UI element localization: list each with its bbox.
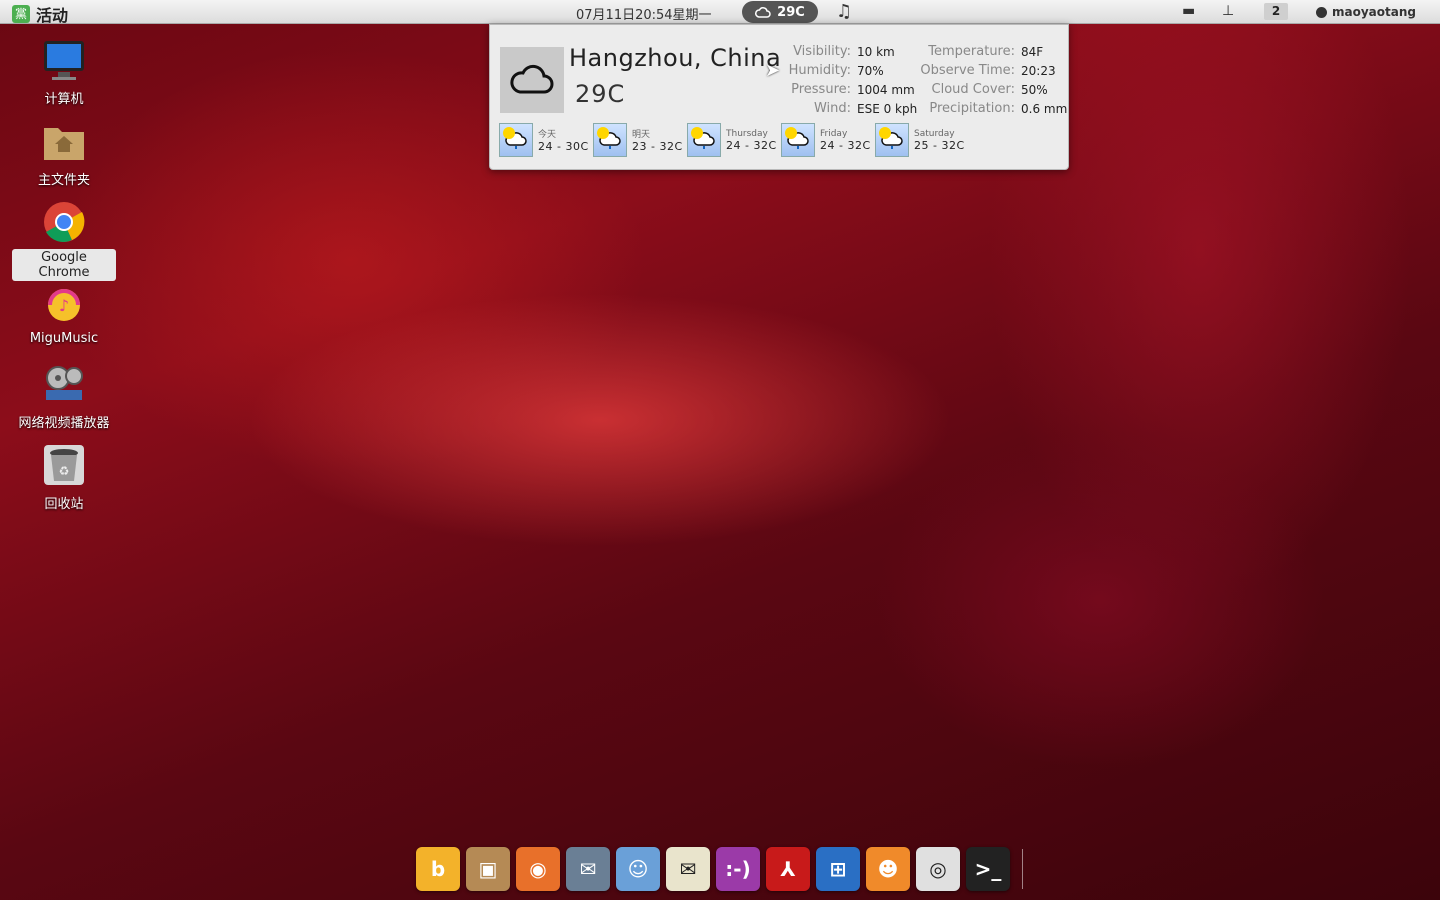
weather-left-values: 10 km 70% 1004 mm ESE 0 kph: [857, 45, 917, 121]
forecast-day: Saturday 25 - 32C: [875, 123, 969, 157]
humidity-value: 70%: [857, 64, 884, 78]
dock-separator: [1022, 849, 1023, 889]
weather-indicator[interactable]: 29C: [742, 1, 818, 23]
forecast-range: 23 - 32C: [632, 140, 683, 153]
forecast-range: 24 - 30C: [538, 140, 589, 153]
weather-current-temp: 29C: [575, 80, 626, 108]
pressure-value: 1004 mm: [857, 83, 915, 97]
headphones-music-icon: ♪: [42, 281, 86, 325]
forecast-range: 24 - 32C: [820, 138, 871, 152]
user-status-icon: [1316, 6, 1327, 18]
desktop-icon-label: MiguMusic: [29, 331, 99, 346]
cross-platform-icon[interactable]: ⊞: [816, 847, 860, 891]
home-folder-icon: [42, 119, 86, 163]
desktop-icon-label: 网络视频播放器: [18, 416, 110, 431]
forecast-day-name: Friday: [820, 128, 848, 139]
temperature-label: Temperature:: [928, 44, 1015, 59]
user-menu[interactable]: maoyaotang: [1316, 5, 1416, 19]
desktop-icon-video-player[interactable]: 网络视频播放器: [12, 362, 116, 432]
forecast-day-name: 今天: [538, 130, 557, 140]
forecast-day: 明天 23 - 32C: [593, 123, 687, 157]
terminal-icon[interactable]: >_: [966, 847, 1010, 891]
forecast-range: 25 - 32C: [914, 138, 965, 152]
pdf-reader-icon[interactable]: ⅄: [766, 847, 810, 891]
partly-cloudy-rain-icon: [781, 123, 815, 157]
forecast-day: Thursday 24 - 32C: [687, 123, 781, 157]
forecast-row: 今天 24 - 30C 明天 23 - 32C Thursday 24 - 32C F…: [499, 123, 969, 157]
weather-right-labels: Temperature: Observe Time: Cloud Cover: …: [918, 44, 1015, 120]
pidgin-icon[interactable]: ☻: [866, 847, 910, 891]
network-icon[interactable]: ⊥: [1222, 3, 1234, 19]
weather-indicator-temp: 29C: [777, 4, 805, 20]
observe-time-label: Observe Time:: [920, 63, 1015, 78]
desktop-icon-computer[interactable]: 计算机: [12, 38, 116, 108]
visibility-value: 10 km: [857, 45, 895, 59]
chrome-icon[interactable]: ◎: [916, 847, 960, 891]
film-reel-icon: [42, 362, 86, 406]
desktop-icon-label: 主文件夹: [37, 173, 90, 188]
baidu-b-icon[interactable]: b: [416, 847, 460, 891]
folder-icon[interactable]: ▬: [1182, 3, 1195, 19]
precipitation-label: Precipitation:: [929, 101, 1015, 116]
desktop-icon-migumusic[interactable]: ♪ MiguMusic: [12, 281, 116, 347]
visibility-label: Visibility:: [793, 44, 851, 59]
mail-client-icon[interactable]: ✉: [566, 847, 610, 891]
firefox-icon[interactable]: ◉: [516, 847, 560, 891]
computer-monitor-icon: [42, 38, 86, 82]
partly-cloudy-rain-icon: [875, 123, 909, 157]
weather-left-labels: Visibility: Humidity: Pressure: Wind:: [780, 44, 851, 120]
music-note-icon[interactable]: ♫: [836, 1, 852, 22]
feixin-icon[interactable]: :-): [716, 847, 760, 891]
workspace-indicator[interactable]: 2: [1264, 3, 1288, 20]
wind-label: Wind:: [813, 101, 851, 116]
weather-right-values: 84F 20:23 50% 0.6 mm: [1021, 45, 1067, 121]
cloud-icon: [500, 47, 564, 113]
partly-cloudy-rain-icon: [687, 123, 721, 157]
top-panel: 黨 活动 07月11日20:54星期一 29C ♫ ▬ ⊥ 2 maoyaota…: [0, 0, 1440, 26]
trash-icon: ♻: [42, 443, 86, 487]
cloud-icon: [755, 7, 771, 18]
cloud-cover-label: Cloud Cover:: [931, 82, 1015, 97]
humidity-label: Humidity:: [788, 63, 851, 78]
forecast-day-name: Thursday: [726, 128, 768, 139]
wind-value: ESE 0 kph: [857, 102, 918, 116]
desktop-icon-label: Google Chrome: [12, 249, 116, 281]
forecast-day-name: 明天: [632, 130, 651, 140]
clock[interactable]: 07月11日20:54星期一: [576, 4, 712, 23]
desktop-icon-home-folder[interactable]: 主文件夹: [12, 119, 116, 189]
svg-text:♪: ♪: [59, 296, 69, 315]
forecast-range: 24 - 32C: [726, 138, 777, 152]
weather-popup: Hangzhou, China 29C Visibility: Humidity…: [489, 24, 1069, 170]
observe-time-value: 20:23: [1021, 64, 1056, 78]
partly-cloudy-rain-icon: [499, 123, 533, 157]
forecast-day: 今天 24 - 30C: [499, 123, 593, 157]
pressure-label: Pressure:: [791, 82, 851, 97]
package-installer-icon[interactable]: ▣: [466, 847, 510, 891]
desktop-icon-label: 计算机: [44, 92, 84, 107]
chrome-icon: [42, 200, 86, 244]
qq-icon[interactable]: ✉: [666, 847, 710, 891]
forecast-day-name: Saturday: [914, 128, 955, 139]
activities-button[interactable]: 黨 活动: [12, 2, 68, 26]
activities-label: 活动: [36, 6, 69, 25]
temperature-value: 84F: [1021, 45, 1044, 59]
mouse-cursor-icon: ➤: [765, 60, 781, 81]
user-name: maoyaotang: [1332, 5, 1416, 19]
distro-logo-icon: 黨: [12, 5, 30, 23]
desktop-icon-trash[interactable]: ♻ 回收站: [12, 443, 116, 513]
weather-city: Hangzhou, China: [569, 44, 782, 72]
messenger-icon[interactable]: ☺: [616, 847, 660, 891]
partly-cloudy-rain-icon: [593, 123, 627, 157]
desktop-icon-label: 回收站: [44, 497, 84, 512]
cloud-cover-value: 50%: [1021, 83, 1048, 97]
svg-text:♻: ♻: [59, 464, 70, 478]
desktop-icon-google-chrome[interactable]: Google Chrome: [12, 200, 116, 281]
forecast-day: Friday 24 - 32C: [781, 123, 875, 157]
dock: b ▣ ◉ ✉ ☺ ✉:-) ⅄ ⊞ ☻ ◎ >_: [416, 846, 1023, 892]
precipitation-value: 0.6 mm: [1021, 102, 1068, 116]
